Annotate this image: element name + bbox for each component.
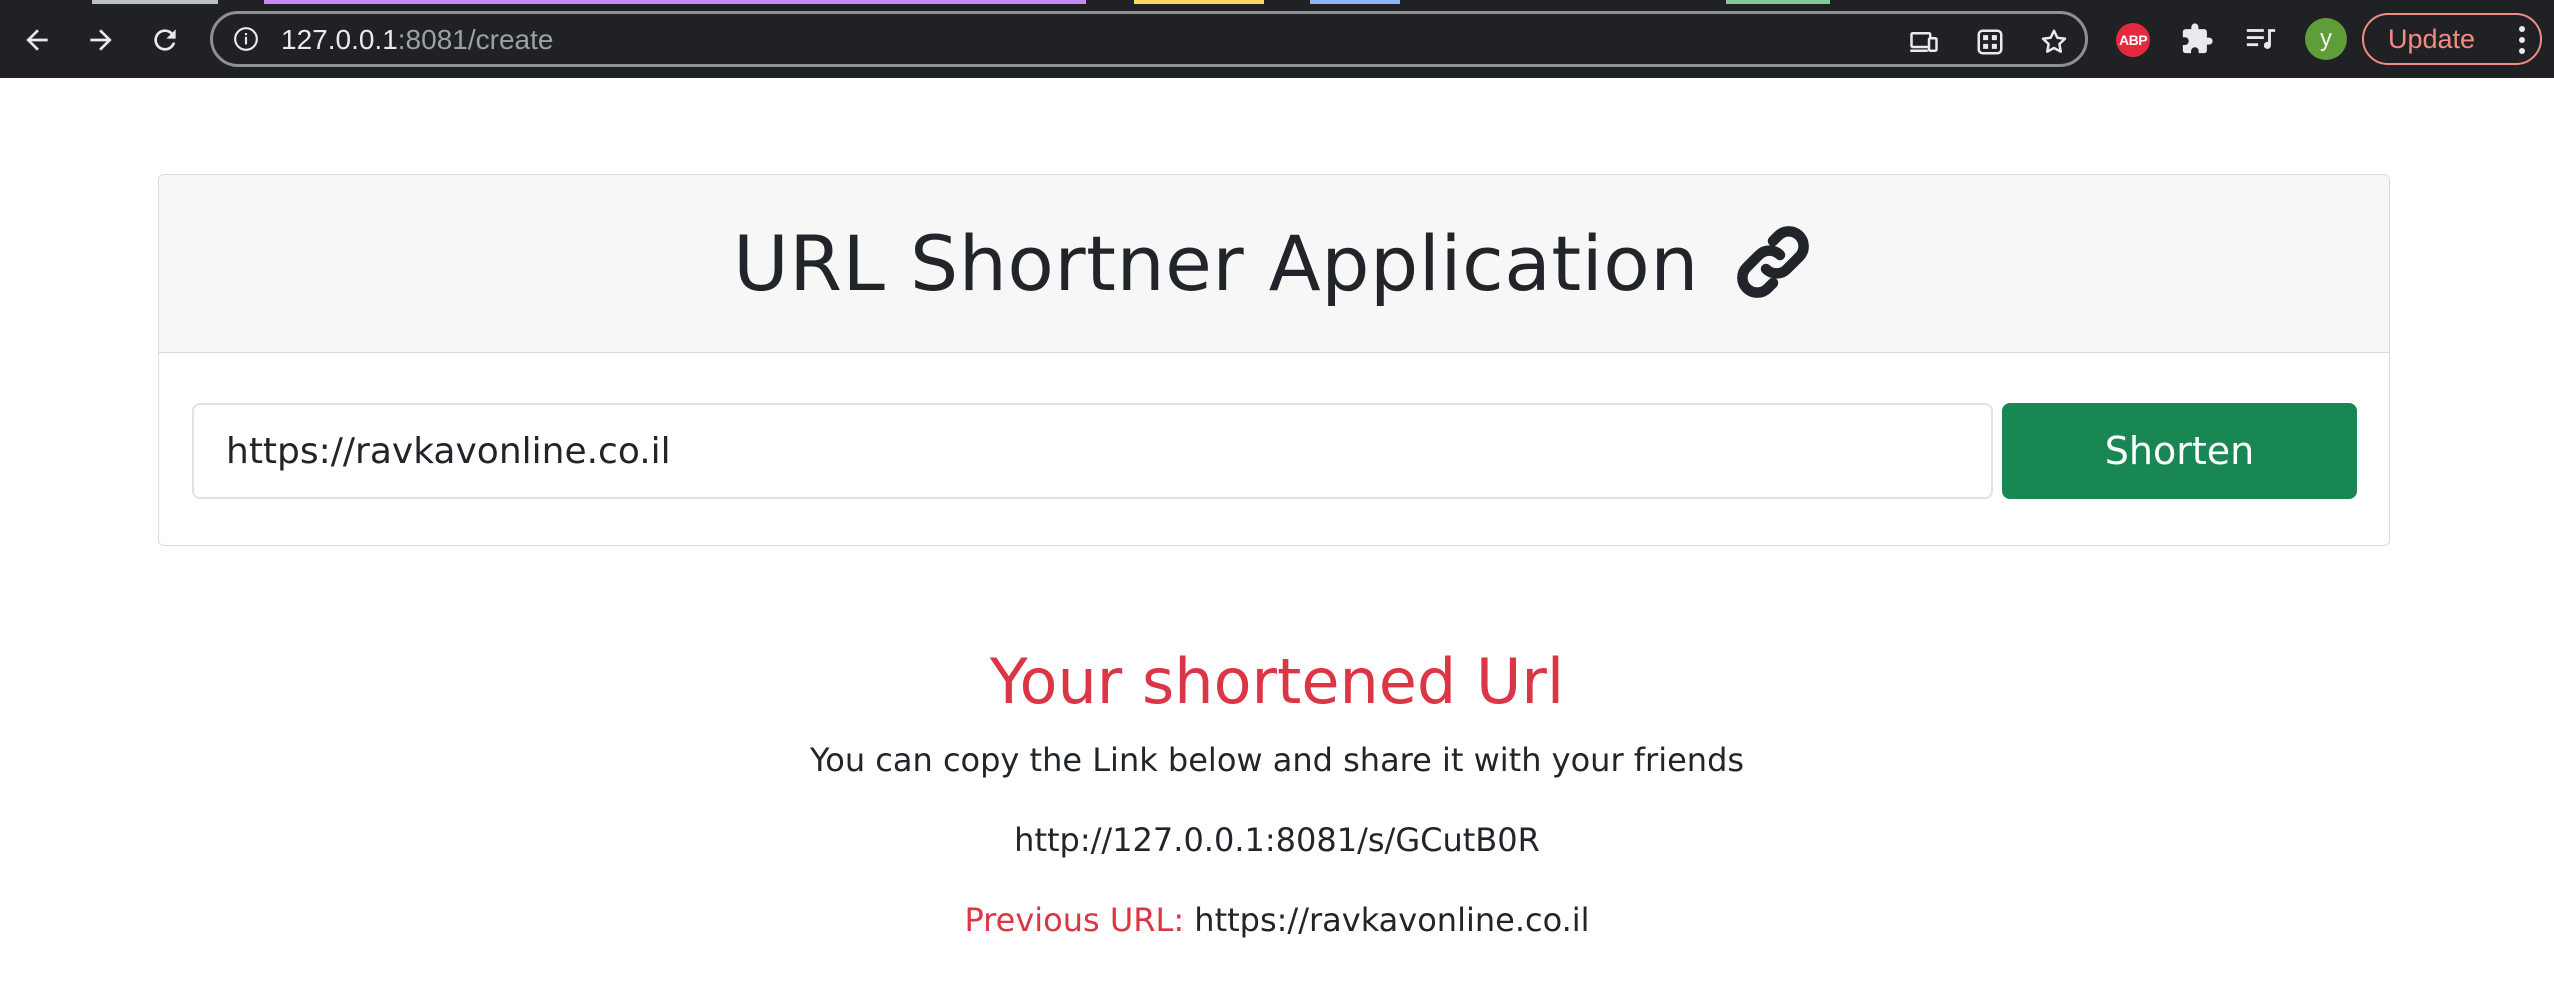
cast-device-icon[interactable] <box>1909 27 1939 57</box>
result-heading: Your shortened Url <box>989 645 1565 718</box>
shorten-button[interactable]: Shorten <box>2002 403 2357 499</box>
page-title: URL Shortner Application <box>733 219 1699 308</box>
arrow-left-icon <box>26 29 48 51</box>
shortener-card: URL Shortner Application Shorten <box>158 174 2390 546</box>
arrow-right-icon <box>90 29 112 51</box>
tab-strip-edge <box>1134 0 1264 4</box>
link-chain-icon <box>1737 225 1809 298</box>
info-icon[interactable] <box>233 26 259 52</box>
more-menu-icon[interactable] <box>2518 25 2526 55</box>
adblock-extension-icon[interactable]: ABP <box>2116 23 2150 57</box>
address-bar[interactable]: 127.0.0.1:8081/create <box>210 11 2088 67</box>
short-url-link[interactable]: http://127.0.0.1:8081/s/GCutB0R <box>0 820 2554 860</box>
tab-strip-edge <box>1726 0 1830 4</box>
result-subtext: You can copy the Link below and share it… <box>809 741 1745 779</box>
bookmark-star-icon[interactable] <box>2039 27 2069 57</box>
address-url[interactable]: 127.0.0.1:8081/create <box>281 25 553 55</box>
reload-icon <box>154 29 176 51</box>
previous-url-label: Previous URL: <box>964 901 1185 939</box>
previous-url-value: https://ravkavonline.co.il <box>1194 901 1590 939</box>
url-host: 127.0.0.1 <box>281 24 398 55</box>
tab-strip-edge <box>264 0 1086 4</box>
url-input[interactable] <box>192 403 1993 499</box>
browser-toolbar: 127.0.0.1:8081/create ABP y Update <box>0 0 2554 78</box>
update-button[interactable]: Update <box>2362 13 2542 65</box>
tab-strip-edge <box>92 0 218 4</box>
qr-code-icon[interactable] <box>1975 27 2005 57</box>
update-label: Update <box>2388 23 2476 54</box>
forward-button[interactable] <box>78 17 124 63</box>
previous-url-line: Previous URL: https://ravkavonline.co.il <box>0 900 2554 940</box>
profile-avatar[interactable]: y <box>2305 18 2347 60</box>
tab-strip-edge <box>1310 0 1400 4</box>
url-path: :8081/create <box>397 24 554 55</box>
extensions-puzzle-icon[interactable] <box>2178 20 2216 58</box>
reading-list-icon[interactable] <box>2242 20 2280 58</box>
back-button[interactable] <box>14 17 60 63</box>
card-header: URL Shortner Application <box>159 175 2389 353</box>
reload-button[interactable] <box>142 17 188 63</box>
